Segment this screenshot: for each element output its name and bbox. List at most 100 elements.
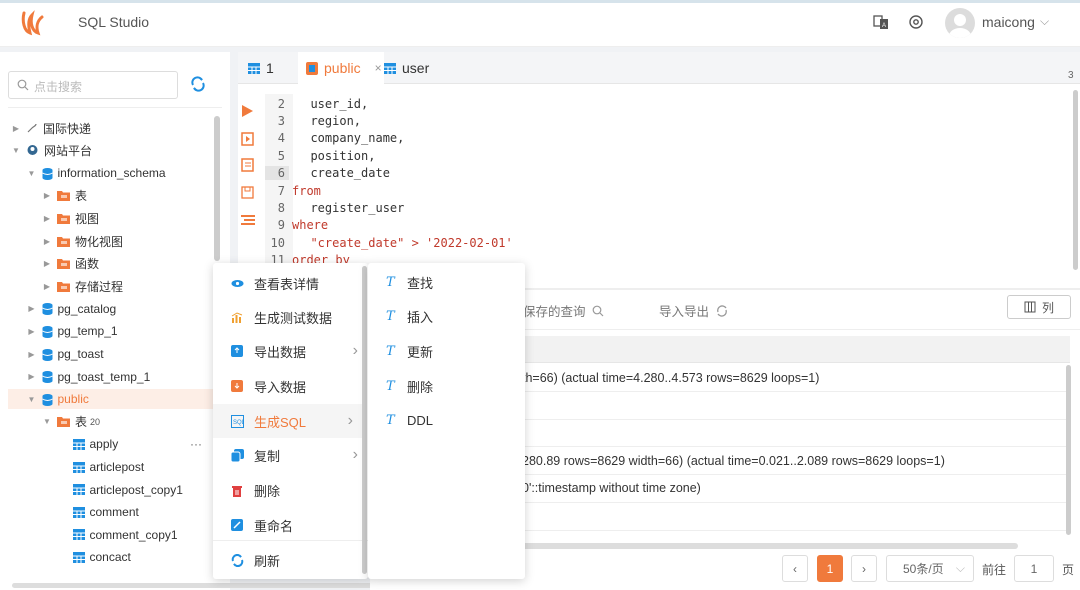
menu-item[interactable]: 重命名 [213, 508, 368, 542]
tree-item-label: comment [89, 505, 139, 520]
caret-down-icon[interactable]: ▼ [26, 395, 38, 404]
table-icon [248, 62, 260, 74]
code-line: 7 from [265, 182, 1065, 199]
folder-icon [57, 258, 70, 270]
prev-page-button[interactable]: ‹ [782, 555, 808, 582]
menu-item[interactable]: 查看表详情 [213, 266, 368, 300]
caret-right-icon[interactable]: ▶ [41, 191, 53, 200]
code-line: 9 where [265, 217, 1065, 234]
postgres-icon [26, 144, 39, 157]
save-icon[interactable] [240, 185, 256, 204]
tree-item[interactable]: ▶ 函数 [41, 254, 99, 274]
caret-right-icon[interactable]: ▶ [26, 372, 38, 381]
text-t-icon: T [386, 274, 395, 290]
results-scrollbar[interactable] [1066, 365, 1071, 535]
username[interactable]: maicong [982, 14, 1035, 30]
submenu-item[interactable]: T 插入 [368, 300, 525, 334]
caret-right-icon[interactable]: ▶ [41, 214, 53, 223]
submenu-item[interactable]: T 查找 [368, 265, 525, 299]
tree-item[interactable]: apply ··· [57, 434, 202, 454]
caret-down-icon[interactable]: ▼ [26, 169, 38, 178]
schema-icon [306, 61, 318, 75]
submenu-item-label: DDL [407, 413, 434, 429]
tree-item[interactable]: ▼ public [8, 389, 222, 410]
caret-right-icon[interactable]: ▶ [26, 304, 38, 313]
per-page-select[interactable]: 50条/页 ⌵ [886, 555, 974, 582]
tree-item[interactable]: articlepost [57, 457, 144, 477]
columns-button[interactable]: 列 [1007, 295, 1071, 319]
goto-input[interactable]: 1 [1014, 555, 1054, 582]
code-line: 4 company_name, [265, 130, 1065, 147]
next-page-button[interactable]: › [851, 555, 877, 582]
tree-item-label: 物化视图 [75, 234, 124, 249]
menu-scrollbar[interactable] [362, 266, 367, 574]
submenu-item[interactable]: T 更新 [368, 334, 525, 368]
tree-item-label: 函数 [75, 257, 100, 272]
caret-down-icon[interactable]: ▼ [41, 417, 53, 426]
tree-item[interactable]: ▼ information_schema [26, 163, 166, 183]
translate-icon[interactable]: A [872, 13, 890, 31]
code-text: "create_date" > '2022-02-01' [296, 235, 513, 250]
import-export-button[interactable]: 导入导出 [659, 301, 729, 320]
columns-icon [1024, 301, 1036, 313]
menu-item[interactable]: 复制 › [213, 438, 368, 472]
search-input[interactable]: 点击搜索 [8, 71, 178, 99]
run-icon[interactable] [240, 104, 254, 121]
tree-item[interactable]: ▼ 网站平台 [10, 141, 92, 161]
tree-item[interactable]: ▼ 表 20 [41, 412, 100, 432]
tree-item[interactable]: comment [57, 502, 139, 522]
saved-query-button[interactable]: 保存的查询 [523, 301, 604, 320]
saved-query-label: 保存的查询 [523, 305, 586, 319]
more-icon[interactable]: ··· [190, 437, 202, 451]
sidebar-scrollbar[interactable] [214, 116, 220, 261]
caret-right-icon[interactable]: ▶ [26, 327, 38, 336]
tree-item[interactable]: comment_copy1 [57, 525, 178, 545]
tree-item-label: apply [89, 437, 119, 452]
current-page[interactable]: 1 [817, 555, 843, 582]
menu-divider [213, 540, 368, 541]
tab-2[interactable]: public × [298, 52, 384, 84]
table-icon [72, 551, 85, 563]
run-file-icon[interactable] [240, 131, 256, 150]
format-icon[interactable] [240, 212, 256, 231]
settings-icon[interactable] [907, 13, 925, 31]
tree-item[interactable]: ▶ 视图 [41, 208, 99, 228]
menu-item[interactable]: SQL 生成SQL › [213, 404, 363, 438]
menu-item[interactable]: 导入数据 [213, 369, 368, 403]
caret-down-icon[interactable]: ▼ [10, 146, 22, 155]
tab-1[interactable]: 1 [248, 52, 298, 84]
caret-right-icon[interactable]: ▶ [41, 259, 53, 268]
tree-item[interactable]: ▶ 表 [41, 186, 87, 206]
tree-item[interactable]: ▶ 存储过程 [41, 276, 123, 296]
tab-3[interactable]: user [384, 52, 454, 84]
caret-right-icon[interactable]: ▶ [41, 237, 53, 246]
menu-item-label: 刷新 [254, 553, 281, 569]
menu-item[interactable]: 删除 [213, 473, 368, 507]
submenu-item[interactable]: T DDL [368, 404, 525, 438]
submenu-item[interactable]: T 删除 [368, 369, 525, 403]
editor-scrollbar[interactable] [1073, 90, 1078, 270]
menu-item[interactable]: 生成测试数据 [213, 300, 368, 334]
line-number: 9 [277, 218, 285, 233]
tree-item[interactable]: ▶ pg_toast [26, 344, 103, 364]
tree-item[interactable]: ▶ 物化视图 [41, 231, 123, 251]
caret-right-icon[interactable]: ▶ [10, 124, 22, 133]
caret-right-icon[interactable]: ▶ [26, 350, 38, 359]
menu-item[interactable]: 刷新 [213, 543, 368, 577]
menu-item[interactable]: 导出数据 › [213, 334, 368, 368]
tree-item[interactable]: concact [57, 547, 131, 567]
menu-item-label: 重命名 [254, 518, 294, 534]
tree-item[interactable]: ▶ 国际快递 [10, 118, 91, 138]
tree-item[interactable]: ▶ pg_toast_temp_1 [26, 367, 150, 387]
chevron-down-icon[interactable]: ⌵ [1040, 14, 1049, 29]
app-logo[interactable] [20, 9, 46, 40]
caret-right-icon[interactable]: ▶ [41, 282, 53, 291]
explain-icon[interactable] [240, 157, 256, 176]
avatar[interactable] [945, 8, 975, 38]
code-text: create_date [296, 166, 390, 181]
sync-icon[interactable] [190, 76, 206, 95]
tree-item[interactable]: articlepost_copy1 [57, 480, 183, 500]
tree-item[interactable]: ▶ pg_catalog [26, 299, 116, 319]
close-icon[interactable]: × [375, 61, 382, 75]
tree-item[interactable]: ▶ pg_temp_1 [26, 321, 117, 341]
